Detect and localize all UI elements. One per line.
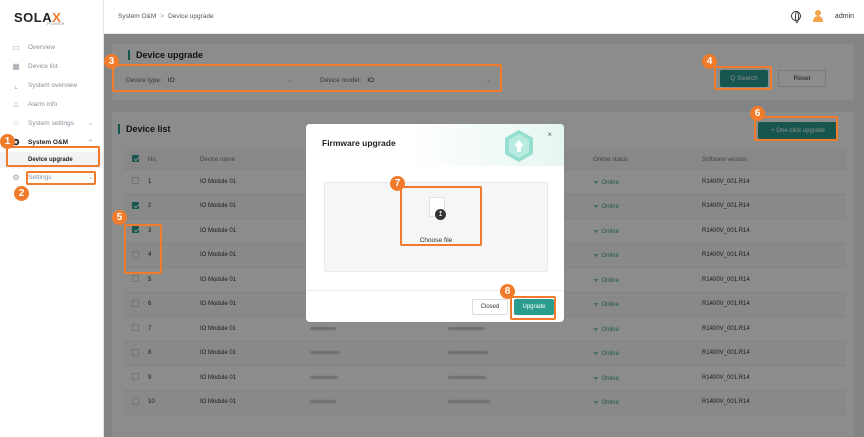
highlight-choose-file xyxy=(400,186,482,246)
step-badge-4: 4 xyxy=(702,54,717,69)
gear-icon: ⚙ xyxy=(12,172,20,182)
chart-icon: ⌞ xyxy=(14,80,18,90)
highlight-rows xyxy=(124,224,162,274)
sidebar-item-system-overview[interactable]: ⌞ System overview xyxy=(0,76,103,95)
step-badge-3: 3 xyxy=(104,54,119,69)
topbar: System O&M > Device upgrade admin xyxy=(104,0,864,34)
chevron-down-icon: ⌄ xyxy=(87,121,93,127)
step-badge-8: 8 xyxy=(500,284,515,299)
upload-illustration-icon xyxy=(505,130,533,162)
step-badge-6: 6 xyxy=(750,106,765,121)
highlight-system-om xyxy=(6,146,100,167)
highlight-filters xyxy=(112,64,502,92)
sidebar-item-system-settings[interactable]: ⁘ System settings ⌄ xyxy=(0,114,103,133)
highlight-upgrade xyxy=(510,296,556,320)
highlight-one-click xyxy=(754,116,838,141)
sidebar-item-device-list[interactable]: ▦ Device list xyxy=(0,57,103,76)
close-icon[interactable]: × xyxy=(547,130,552,139)
user-name[interactable]: admin xyxy=(835,13,854,20)
avatar[interactable] xyxy=(812,10,823,22)
globe-icon[interactable] xyxy=(790,11,801,23)
chevron-up-icon: ⌃ xyxy=(87,140,93,146)
step-badge-2: 2 xyxy=(14,186,29,201)
sidebar: SOLAX POWER ▭ Overview ▦ Device list ⌞ Syst… xyxy=(0,0,104,437)
highlight-search xyxy=(714,66,772,90)
step-badge-5: 5 xyxy=(112,210,127,225)
step-badge-7: 7 xyxy=(390,176,405,191)
sidebar-item-overview[interactable]: ▭ Overview xyxy=(0,38,103,57)
grid-icon: ▦ xyxy=(12,61,20,71)
closed-button[interactable]: Closed xyxy=(472,299,508,315)
alarm-icon: ⌂ xyxy=(13,99,19,109)
step-badge-1: 1 xyxy=(0,134,15,149)
settings-grid-icon: ⁘ xyxy=(12,118,20,128)
dialog-title: Firmware upgrade xyxy=(322,138,396,148)
highlight-device-upgrade xyxy=(26,171,96,185)
monitor-icon: ▭ xyxy=(12,42,20,52)
sidebar-item-alarm-info[interactable]: ⌂ Alarm info xyxy=(0,95,103,114)
logo: SOLAX POWER xyxy=(14,9,65,26)
breadcrumb: System O&M > Device upgrade xyxy=(118,13,214,20)
